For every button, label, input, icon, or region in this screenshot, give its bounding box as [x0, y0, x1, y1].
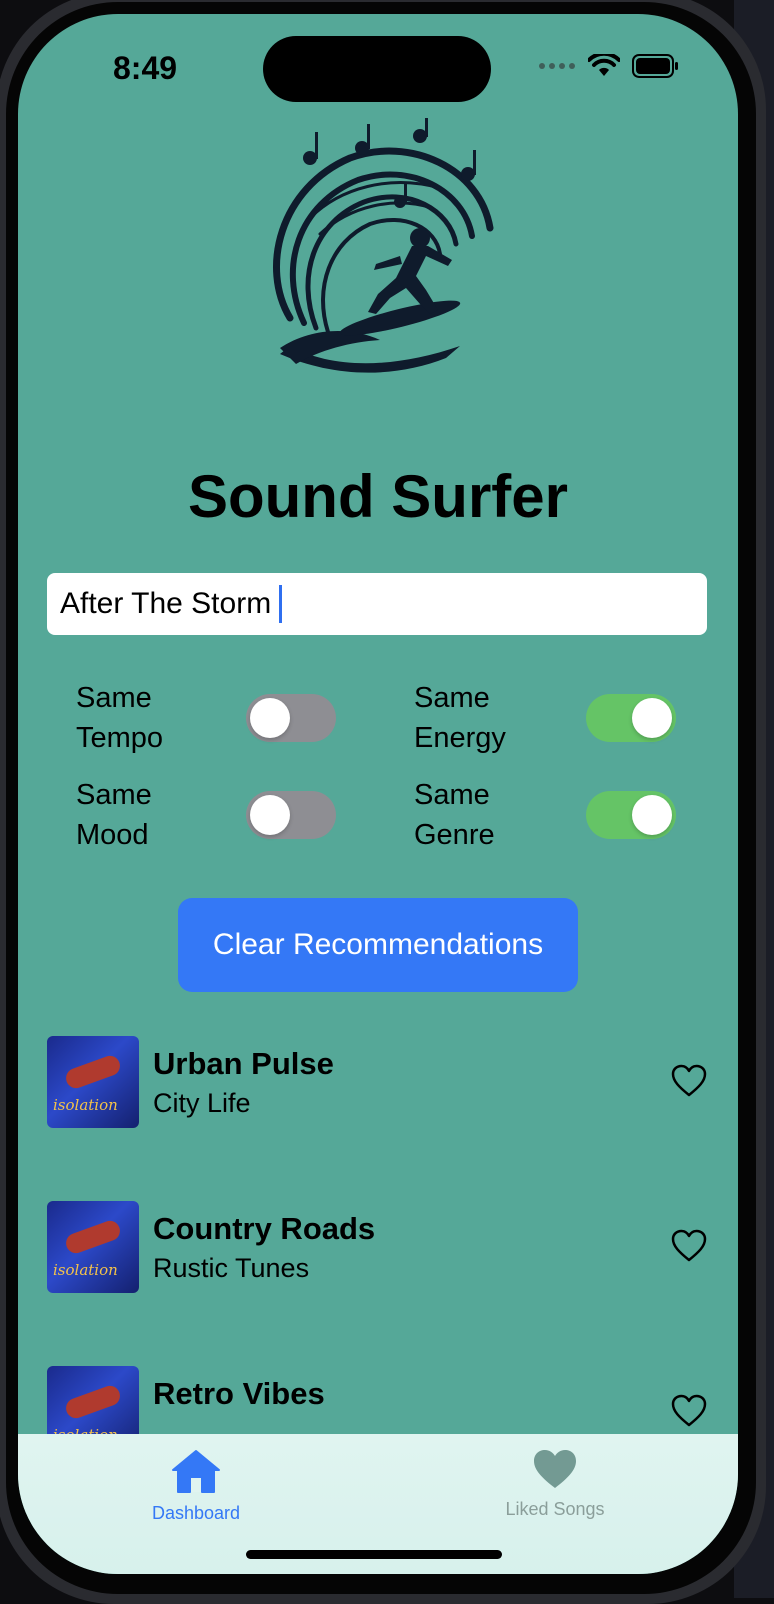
same-mood-toggle[interactable]	[246, 791, 336, 839]
toggle-label-same-tempo: Same Tempo	[76, 682, 164, 754]
heart-icon	[534, 1450, 576, 1488]
album-art: isolation	[47, 1036, 139, 1128]
same-genre-toggle[interactable]	[586, 791, 676, 839]
house-icon	[172, 1450, 220, 1493]
search-input-value: After The Storm	[60, 587, 272, 620]
battery-icon	[632, 54, 678, 78]
album-art-text: isolation	[53, 1096, 118, 1114]
song-artist: Rustic Tunes	[153, 1253, 310, 1283]
status-time: 8:49	[113, 50, 178, 86]
like-heart-icon[interactable]	[671, 1229, 707, 1263]
toggle-knob	[632, 795, 672, 835]
same-energy-toggle[interactable]	[586, 694, 676, 742]
list-item[interactable]: isolation Urban Pulse City Life	[47, 1036, 707, 1128]
song-search-input[interactable]: After The Storm	[47, 573, 707, 635]
tab-label: Liked Songs	[505, 1499, 605, 1519]
toggle-label-same-mood: Same Mood	[76, 779, 152, 851]
tab-label: Dashboard	[151, 1503, 241, 1523]
tab-dashboard[interactable]: Dashboard	[96, 1448, 296, 1524]
app-title: Sound Surfer	[187, 463, 568, 530]
song-title: Retro Vibes	[153, 1376, 325, 1411]
like-heart-icon[interactable]	[671, 1394, 707, 1428]
wifi-icon	[588, 54, 620, 76]
song-title: Urban Pulse	[153, 1046, 334, 1081]
same-tempo-toggle[interactable]	[246, 694, 336, 742]
like-heart-icon[interactable]	[671, 1064, 707, 1098]
text-cursor	[279, 585, 283, 623]
toggle-knob	[250, 795, 290, 835]
signal-dots-icon	[539, 63, 575, 69]
dynamic-island	[263, 36, 491, 102]
song-title: Country Roads	[153, 1211, 376, 1246]
list-item[interactable]: isolation Country Roads Rustic Tunes	[47, 1201, 707, 1293]
toggle-knob	[250, 698, 290, 738]
toggle-label-same-genre: Same Genre	[414, 779, 495, 851]
status-icons	[538, 54, 680, 78]
surfer-wave-logo-icon	[273, 118, 494, 373]
home-indicator[interactable]	[246, 1550, 502, 1559]
toggle-knob	[632, 698, 672, 738]
tab-liked-songs[interactable]: Liked Songs	[455, 1448, 655, 1520]
song-artist: City Life	[153, 1088, 251, 1118]
clear-recommendations-button[interactable]: Clear Recommendations	[178, 898, 578, 992]
toggle-label-same-energy: Same Energy	[414, 682, 506, 754]
album-art: isolation	[47, 1201, 139, 1293]
album-art-text: isolation	[53, 1261, 118, 1279]
app-screen: 8:49 Sound Surfer After The Storm Same T…	[18, 14, 738, 1574]
